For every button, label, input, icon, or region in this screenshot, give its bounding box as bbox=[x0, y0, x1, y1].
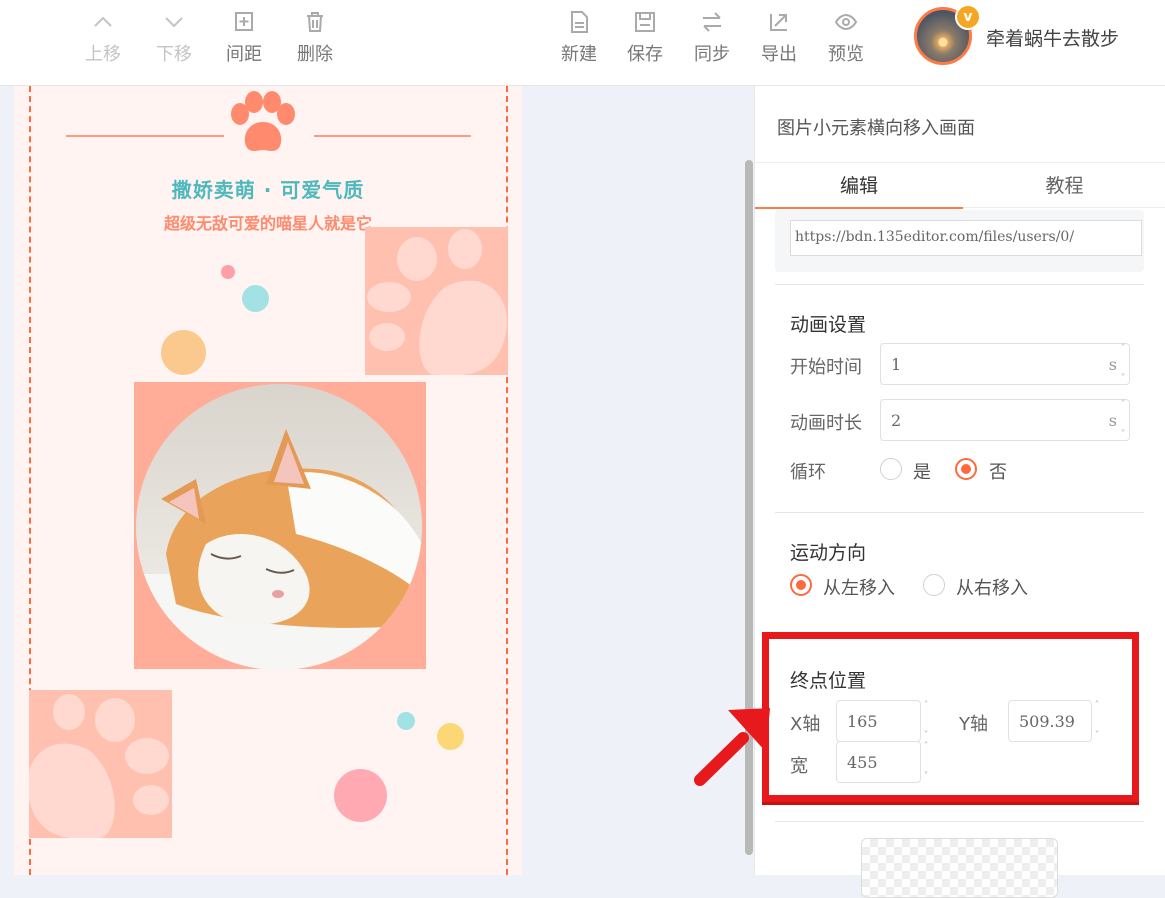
decor-dot bbox=[161, 330, 206, 375]
preview-button[interactable]: 预览 bbox=[816, 10, 876, 66]
decor-dot bbox=[397, 712, 415, 730]
end-position-heading: 终点位置 bbox=[790, 670, 867, 692]
divider bbox=[775, 512, 1144, 513]
y-axis-stepper[interactable]: ˄ ˅ bbox=[1092, 701, 1102, 743]
x-axis-value: 165 bbox=[847, 712, 878, 731]
export-button[interactable]: 导出 bbox=[749, 10, 809, 66]
direction-heading: 运动方向 bbox=[790, 542, 867, 564]
save-button[interactable]: 保存 bbox=[615, 10, 675, 66]
y-axis-label: Y轴 bbox=[959, 714, 988, 735]
width-value: 455 bbox=[847, 753, 878, 772]
sync-label: 同步 bbox=[694, 44, 730, 65]
from-right-label[interactable]: 从右移入 bbox=[956, 574, 1028, 600]
export-label: 导出 bbox=[761, 44, 797, 65]
width-input[interactable]: 455 bbox=[836, 741, 921, 783]
decor-dot bbox=[334, 769, 387, 822]
y-axis-input[interactable]: 509.39 bbox=[1008, 700, 1092, 742]
divider-line-left bbox=[66, 135, 224, 137]
sync-button[interactable]: 同步 bbox=[682, 10, 742, 66]
animation-settings-heading: 动画设置 bbox=[790, 314, 867, 336]
move-up-button[interactable]: 上移 bbox=[73, 10, 133, 66]
loop-no-label[interactable]: 否 bbox=[989, 458, 1007, 484]
export-icon bbox=[749, 10, 809, 40]
decor-dot bbox=[221, 265, 235, 279]
x-axis-input[interactable]: 165 bbox=[836, 700, 921, 742]
delete-button[interactable]: 删除 bbox=[285, 10, 345, 66]
vip-badge: v bbox=[955, 4, 981, 30]
cat-photo[interactable] bbox=[136, 384, 422, 670]
duration-label: 动画时长 bbox=[790, 413, 862, 434]
duration-stepper[interactable]: ˄ ˅ bbox=[1118, 400, 1128, 442]
from-left-radio[interactable] bbox=[790, 574, 812, 596]
width-stepper[interactable]: ˄ ˅ bbox=[921, 742, 931, 784]
start-time-value: 1 bbox=[891, 355, 902, 374]
delete-label: 删除 bbox=[297, 44, 333, 65]
paw-print-icon bbox=[29, 694, 169, 838]
from-right-radio[interactable] bbox=[923, 574, 945, 596]
editor-canvas[interactable]: 撒娇卖萌 · 可爱气质 超级无敌可爱的喵星人就是它 bbox=[14, 86, 522, 875]
paw-tile-bottom-left[interactable] bbox=[29, 690, 172, 838]
sleeping-cat-image bbox=[136, 384, 422, 670]
loop-yes-label[interactable]: 是 bbox=[913, 458, 931, 484]
annotation-arrow-icon bbox=[694, 708, 770, 786]
divider bbox=[775, 284, 1144, 285]
new-button[interactable]: 新建 bbox=[549, 10, 609, 66]
move-up-label: 上移 bbox=[85, 44, 121, 65]
decor-dot bbox=[437, 723, 464, 750]
duration-value: 2 bbox=[891, 411, 902, 430]
move-down-button[interactable]: 下移 bbox=[144, 10, 204, 66]
property-panel: 图片小元素横向移入画面 编辑 教程 https://bdn.135editor.… bbox=[754, 86, 1165, 898]
width-label: 宽 bbox=[790, 756, 808, 777]
spacing-label: 间距 bbox=[226, 44, 262, 65]
loop-no-radio[interactable] bbox=[955, 458, 977, 480]
start-time-stepper[interactable]: ˄ ˅ bbox=[1118, 344, 1128, 386]
paw-print-icon bbox=[367, 229, 507, 375]
panel-tabs: 编辑 教程 bbox=[755, 162, 1165, 209]
spacing-icon bbox=[214, 10, 274, 40]
eye-icon bbox=[816, 10, 876, 40]
paw-icon bbox=[231, 91, 295, 151]
paw-tile-top-right[interactable] bbox=[365, 227, 508, 375]
tab-tutorial[interactable]: 教程 bbox=[963, 163, 1165, 209]
image-url-field[interactable]: https://bdn.135editor.com/files/users/0/ bbox=[790, 220, 1142, 256]
chevron-up-icon bbox=[73, 10, 133, 40]
new-label: 新建 bbox=[561, 44, 597, 65]
image-url-group: https://bdn.135editor.com/files/users/0/ bbox=[775, 210, 1144, 272]
decor-dot bbox=[242, 285, 269, 312]
left-gutter bbox=[0, 86, 14, 875]
image-preview-thumbnail[interactable] bbox=[861, 838, 1058, 898]
start-time-input[interactable]: 1 s bbox=[880, 343, 1130, 385]
canvas-title: 撒娇卖萌 · 可爱气质 bbox=[171, 178, 365, 202]
loop-yes-radio[interactable] bbox=[880, 458, 902, 480]
username[interactable]: 牵着蜗牛去散步 bbox=[986, 24, 1119, 51]
divider-line-right bbox=[314, 135, 471, 137]
preview-label: 预览 bbox=[828, 44, 864, 65]
x-axis-stepper[interactable]: ˄ ˅ bbox=[921, 701, 931, 743]
top-toolbar: 上移 下移 间距 删除 新建 保存 同步 导出 预览 v 牵着蜗牛去散步 bbox=[0, 0, 1165, 86]
save-label: 保存 bbox=[627, 44, 663, 65]
move-down-label: 下移 bbox=[156, 44, 192, 65]
spacing-button[interactable]: 间距 bbox=[214, 10, 274, 66]
canvas-guide-right bbox=[506, 86, 508, 875]
x-axis-label: X轴 bbox=[790, 714, 821, 735]
start-time-unit: s bbox=[1108, 355, 1117, 374]
save-icon bbox=[615, 10, 675, 40]
from-left-label[interactable]: 从左移入 bbox=[823, 574, 895, 600]
divider bbox=[775, 821, 1144, 822]
trash-icon bbox=[285, 10, 345, 40]
panel-title: 图片小元素横向移入画面 bbox=[777, 118, 975, 139]
start-time-label: 开始时间 bbox=[790, 357, 862, 378]
loop-label: 循环 bbox=[790, 462, 826, 483]
sync-arrows-icon bbox=[682, 10, 742, 40]
duration-unit: s bbox=[1108, 411, 1117, 430]
y-axis-value: 509.39 bbox=[1019, 712, 1075, 731]
tab-edit[interactable]: 编辑 bbox=[755, 163, 963, 209]
new-file-icon bbox=[549, 10, 609, 40]
cat-photo-frame[interactable] bbox=[134, 382, 426, 670]
chevron-down-icon bbox=[144, 10, 204, 40]
duration-input[interactable]: 2 s bbox=[880, 399, 1130, 441]
